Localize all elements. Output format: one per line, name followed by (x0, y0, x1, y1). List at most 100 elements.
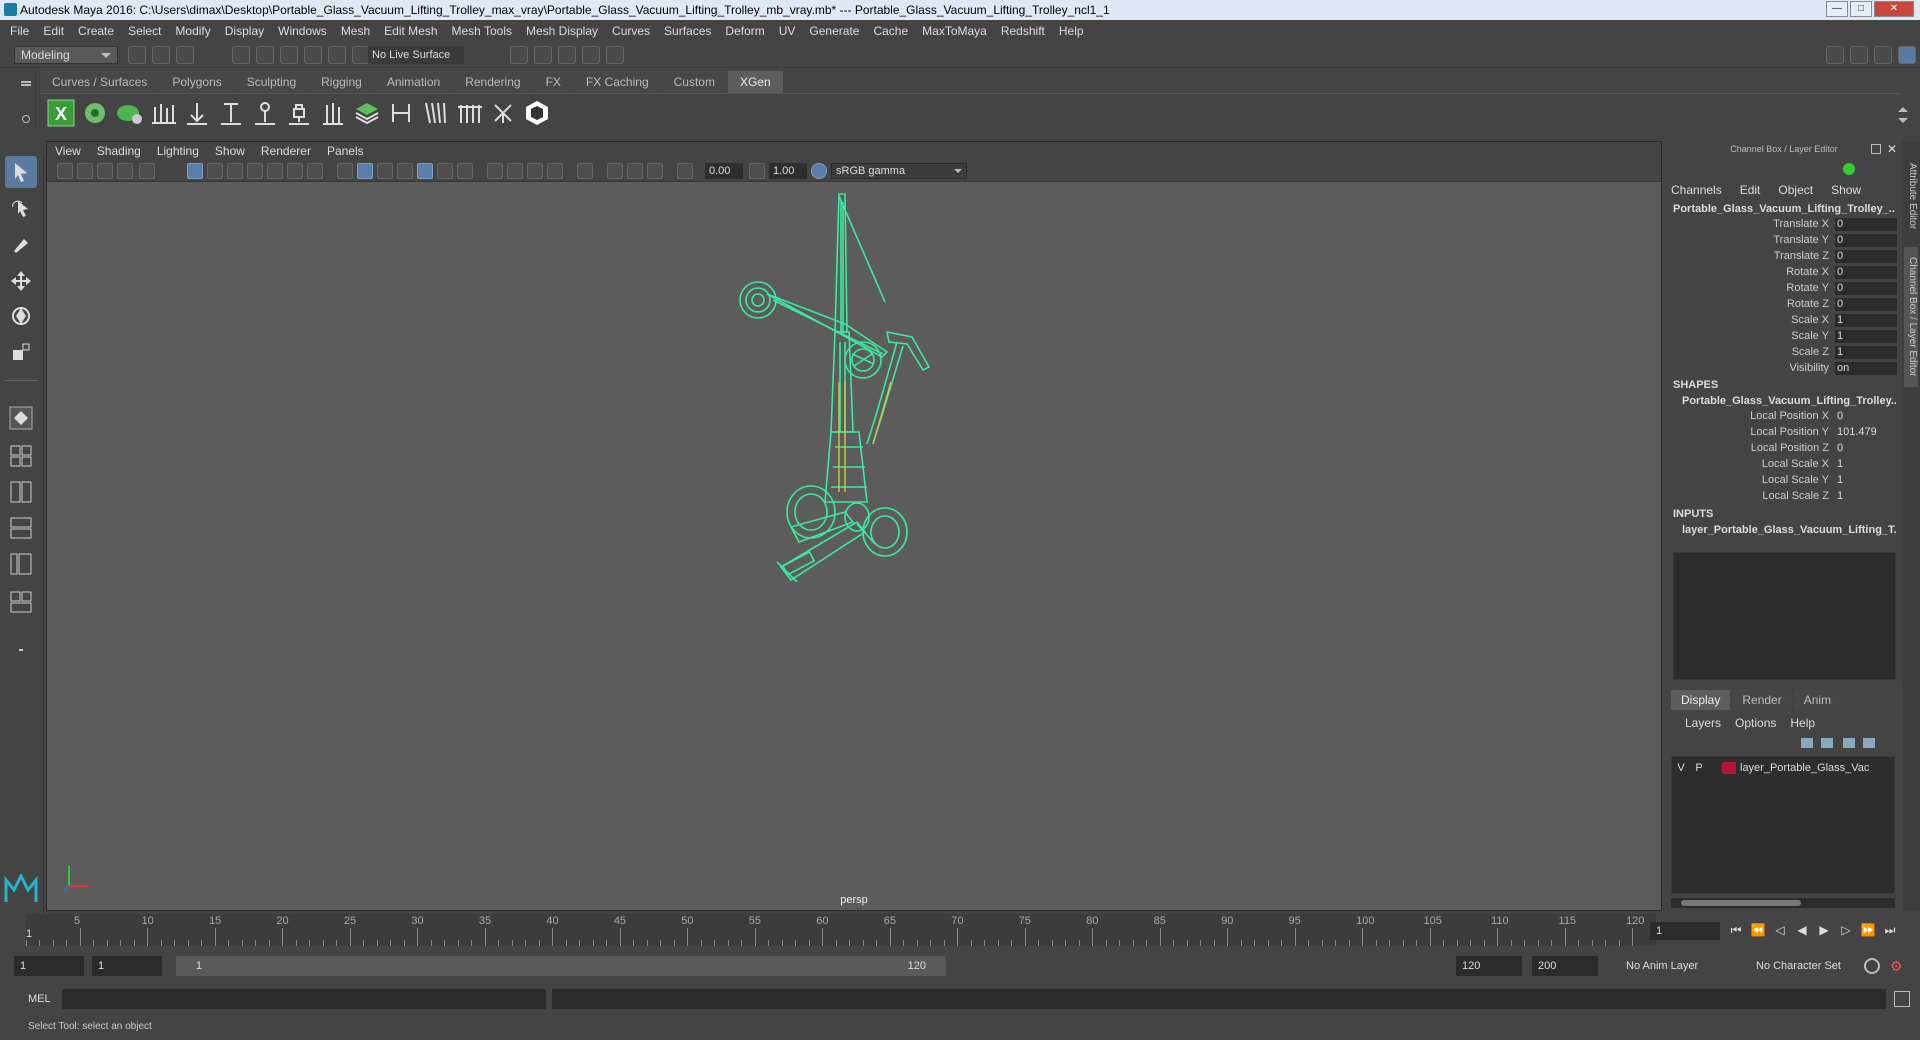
outliner-persp-layout-icon[interactable] (5, 586, 37, 618)
anim-layer-dropdown[interactable]: No Anim Layer (1620, 956, 1740, 976)
close-button[interactable]: ✕ (1874, 1, 1914, 17)
attr-value[interactable]: 0 (1835, 234, 1897, 247)
animation-end-field[interactable]: 200 (1532, 956, 1598, 976)
snap-point-icon[interactable] (328, 46, 346, 64)
animation-start-field[interactable]: 1 (14, 956, 84, 976)
render-settings-icon[interactable] (582, 46, 600, 64)
auto-key-icon[interactable] (1864, 958, 1880, 974)
xgen-cut-icon[interactable] (454, 98, 484, 128)
paint-select-tool-icon[interactable] (5, 228, 37, 260)
attr-value[interactable]: 1 (1835, 314, 1897, 327)
anti-aliasing-icon[interactable] (527, 163, 543, 179)
layer-name[interactable]: layer_Portable_Glass_Vac (1740, 762, 1869, 774)
xgen-delete-icon[interactable] (488, 98, 518, 128)
move-tool-icon[interactable] (5, 264, 37, 296)
menu-generate[interactable]: Generate (809, 24, 859, 38)
select-by-object-icon[interactable] (256, 46, 274, 64)
range-slider[interactable]: 1 120 (176, 956, 946, 976)
mel-label[interactable]: MEL (28, 993, 51, 1005)
modeling-toolkit-icon[interactable] (1826, 46, 1844, 64)
attr-local-position-y[interactable]: Local Position Y 101.479 (1665, 426, 1891, 440)
tab-fx-caching[interactable]: FX Caching (573, 71, 661, 93)
attr-scale-x[interactable]: Scale X 1 (1665, 314, 1897, 328)
object-name[interactable]: Portable_Glass_Vacuum_Lifting_Trolley_..… (1673, 203, 1895, 215)
shelf-scroll-down-icon[interactable] (1898, 118, 1908, 128)
safe-action-icon[interactable] (287, 163, 303, 179)
layer-menu-layers[interactable]: Layers (1685, 716, 1721, 730)
menu-uv[interactable]: UV (779, 24, 796, 38)
film-gate-icon[interactable] (207, 163, 223, 179)
xgen-preview-icon[interactable] (80, 98, 110, 128)
resolution-gate-icon[interactable] (227, 163, 243, 179)
view-transform-dropdown[interactable]: sRGB gamma (831, 163, 967, 179)
trolley-wireframe-model[interactable] (707, 182, 1027, 582)
attr-value[interactable]: 0 (1835, 442, 1897, 455)
attr-translate-y[interactable]: Translate Y 0 (1665, 234, 1897, 248)
smooth-shading-icon[interactable] (357, 163, 373, 179)
layer-color-swatch[interactable] (1722, 762, 1736, 774)
close-panel-icon[interactable]: ✕ (1887, 142, 1897, 156)
attr-rotate-y[interactable]: Rotate Y 0 (1665, 282, 1897, 296)
tab-custom[interactable]: Custom (661, 71, 727, 93)
layer-horizontal-scrollbar[interactable] (1671, 898, 1895, 908)
attr-value[interactable]: 1 (1835, 474, 1897, 487)
layer-menu-options[interactable]: Options (1735, 716, 1776, 730)
tab-rendering[interactable]: Rendering (453, 71, 533, 93)
attr-visibility[interactable]: Visibility on (1665, 362, 1897, 376)
select-by-hierarchy-icon[interactable] (232, 46, 250, 64)
gate-mask-icon[interactable] (247, 163, 263, 179)
tab-curves-surfaces[interactable]: Curves / Surfaces (40, 71, 160, 93)
tab-sculpting[interactable]: Sculpting (234, 71, 309, 93)
gamma-field[interactable]: 1.00 (769, 163, 807, 179)
xray-active-icon[interactable] (627, 163, 643, 179)
attr-scale-z[interactable]: Scale Z 1 (1665, 346, 1897, 360)
menu-mesh[interactable]: Mesh (341, 24, 370, 38)
layer-row[interactable]: V P layer_Portable_Glass_Vac (1672, 759, 1894, 777)
toolbox-more-icon[interactable] (5, 634, 37, 666)
step-back-frame-icon[interactable]: ◁ (1772, 922, 1788, 938)
character-set-dropdown[interactable]: No Character Set (1750, 956, 1870, 976)
folder-open-icon[interactable] (152, 46, 170, 64)
vp-menu-view[interactable]: View (55, 144, 81, 158)
hypershade-icon[interactable] (606, 46, 624, 64)
tab-display[interactable]: Display (1671, 690, 1731, 710)
menu-file[interactable]: File (10, 24, 29, 38)
attr-translate-x[interactable]: Translate X 0 (1665, 218, 1897, 232)
default-material-icon[interactable] (377, 163, 393, 179)
four-view-layout-icon[interactable] (5, 440, 37, 472)
channel-box-toggle-icon[interactable] (1898, 46, 1916, 64)
menu-curves[interactable]: Curves (612, 24, 650, 38)
menu-deform[interactable]: Deform (725, 24, 764, 38)
menu-windows[interactable]: Windows (278, 24, 327, 38)
scrollbar-thumb[interactable] (1681, 900, 1801, 906)
attr-local-position-x[interactable]: Local Position X0 (1665, 410, 1891, 424)
tab-polygons[interactable]: Polygons (160, 71, 234, 93)
vp-menu-lighting[interactable]: Lighting (157, 144, 199, 158)
camera-icon[interactable] (57, 163, 73, 179)
xray-joints-icon[interactable] (607, 163, 623, 179)
snap-curve-icon[interactable] (304, 46, 322, 64)
persp-graph-layout-icon[interactable] (5, 512, 37, 544)
xgen-sculpt-guide-icon[interactable] (216, 98, 246, 128)
screen-space-ao-icon[interactable] (487, 163, 503, 179)
xgen-groom-icon[interactable] (114, 98, 144, 128)
color-management-icon[interactable] (811, 163, 827, 179)
step-forward-frame-icon[interactable]: ▷ (1838, 922, 1854, 938)
wireframe-on-shaded-icon[interactable] (397, 163, 413, 179)
camera-attributes-icon[interactable] (77, 163, 93, 179)
script-editor-icon[interactable] (1894, 991, 1910, 1007)
tab-xgen[interactable]: XGen (727, 71, 783, 93)
attr-value[interactable]: 1 (1835, 346, 1897, 359)
tab-animation[interactable]: Animation (374, 71, 453, 93)
step-back-key-icon[interactable]: ⏪ (1750, 922, 1766, 938)
use-all-lights-icon[interactable] (437, 163, 453, 179)
attr-value[interactable]: 1 (1835, 490, 1897, 503)
menu-select[interactable]: Select (128, 24, 161, 38)
attr-local-scale-z[interactable]: Local Scale Z1 (1665, 490, 1891, 504)
menu-modify[interactable]: Modify (175, 24, 210, 38)
menu-create[interactable]: Create (78, 24, 114, 38)
menu-display[interactable]: Display (225, 24, 264, 38)
minimize-button[interactable]: — (1826, 1, 1848, 17)
lasso-tool-icon[interactable] (5, 192, 37, 224)
attr-local-position-z[interactable]: Local Position Z0 (1665, 442, 1891, 456)
